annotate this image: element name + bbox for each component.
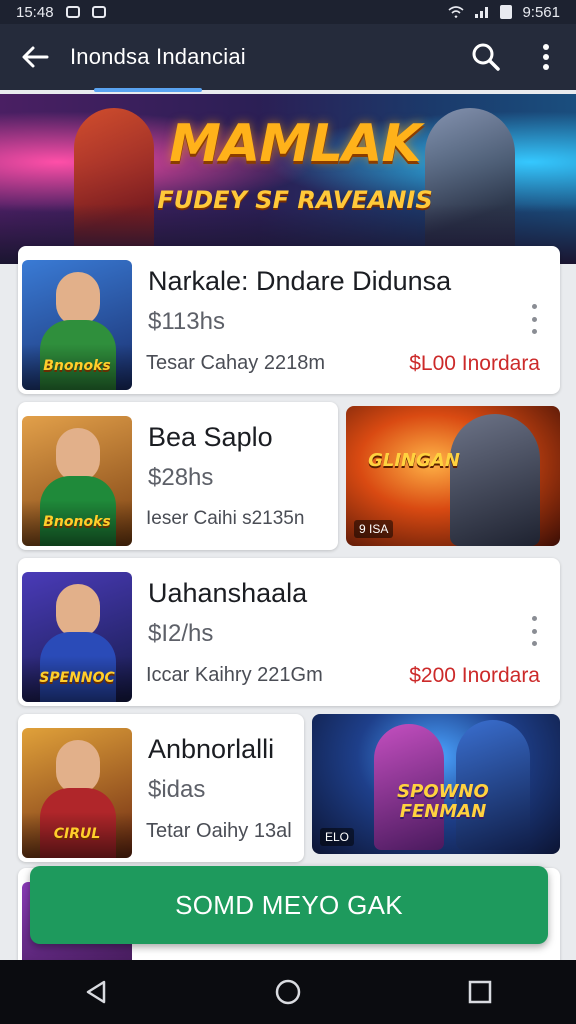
notification-icon [65, 6, 80, 18]
status-time: 15:48 [16, 3, 54, 21]
promo-title: GLINGAN [368, 450, 460, 471]
promo-tag: 9 ISA [354, 520, 394, 538]
list-item[interactable]: SPENNOC Uahanshaala $I2/hs Iccar Kaihry … [18, 558, 560, 706]
signal-icon [475, 7, 489, 18]
arrow-left-icon [22, 46, 49, 68]
battery-icon [500, 5, 513, 19]
item-price: $113hs [148, 308, 225, 335]
primary-action-button[interactable]: SOMD MEYO GAK [30, 866, 548, 944]
item-title: Uahanshaala [148, 578, 308, 608]
thumbnail-figure [56, 740, 100, 794]
item-price: $28hs [148, 464, 214, 491]
thumbnail-figure [56, 272, 100, 326]
circle-home-icon [275, 979, 301, 1005]
banner-subtitle: FUDEY SF RAVEANIS [157, 186, 433, 214]
thumbnail-figure [56, 428, 100, 482]
thumbnail-figure [56, 584, 100, 638]
triangle-back-icon [86, 980, 106, 1004]
app-bar: Inondsa Indanciai [0, 24, 576, 90]
overflow-menu-button[interactable] [516, 24, 576, 90]
item-price: $idas [148, 776, 206, 803]
list-item[interactable]: CIRUL Anbnorlalli $idas Tetar Oaihy 13al [18, 714, 304, 862]
promo-tag: ELO [320, 828, 355, 846]
nav-home-button[interactable] [258, 962, 318, 1022]
hero-banner[interactable]: MAMLAK FUDEY SF RAVEANIS [0, 94, 576, 264]
wifi-icon [448, 6, 464, 18]
thumbnail-logo: Bnonoks [43, 358, 111, 374]
list-item[interactable]: Bnonoks Bea Saplo $28hs Ieser Caihi s213… [18, 402, 338, 550]
game-thumbnail: Bnonoks [22, 416, 132, 546]
mail-icon [91, 6, 106, 18]
promo-title: SPOWNO FENMAN [397, 781, 489, 822]
nav-back-button[interactable] [66, 962, 126, 1022]
system-nav-bar [0, 960, 576, 1024]
promo-card[interactable]: SPOWNO FENMAN ELO [312, 714, 560, 854]
thumbnail-logo: CIRUL [53, 826, 101, 842]
search-icon [472, 43, 500, 71]
tab-indicator [94, 88, 202, 92]
page-title: Inondsa Indanciai [70, 44, 246, 69]
game-thumbnail: Bnonoks [22, 260, 132, 390]
promo-card[interactable]: GLINGAN 9 ISA [346, 406, 560, 546]
back-button[interactable] [0, 24, 70, 90]
game-thumbnail: CIRUL [22, 728, 132, 858]
list-item[interactable]: Bnonoks Narkale: Dndare Didunsa $113hs T… [18, 246, 560, 394]
item-more-button[interactable] [522, 304, 546, 334]
square-recents-icon [468, 980, 492, 1004]
item-title: Anbnorlalli [148, 734, 275, 764]
item-title: Bea Saplo [148, 422, 273, 452]
item-extra-price: $200 Inordara [409, 664, 540, 687]
thumbnail-logo: SPENNOC [39, 670, 115, 686]
item-meta: Ieser Caihi s2135n [146, 508, 305, 529]
more-vert-icon [543, 44, 549, 70]
item-extra-price: $L00 Inordara [409, 352, 540, 375]
item-meta: Tetar Oaihy 13al [146, 820, 292, 842]
item-meta: Tesar Cahay 2218m [146, 352, 325, 374]
search-button[interactable] [456, 24, 516, 90]
nav-recents-button[interactable] [450, 962, 510, 1022]
item-more-button[interactable] [522, 616, 546, 646]
game-thumbnail: SPENNOC [22, 572, 132, 702]
status-clock: 9:561 [522, 3, 560, 21]
item-meta: Iccar Kaihry 221Gm [146, 664, 323, 686]
banner-title: MAMLAK [169, 114, 421, 174]
status-bar: 15:48 9:561 [0, 0, 576, 24]
item-price: $I2/hs [148, 620, 214, 647]
promo-hero [450, 414, 540, 546]
thumbnail-logo: Bnonoks [43, 514, 111, 530]
item-title: Narkale: Dndare Didunsa [148, 266, 452, 296]
